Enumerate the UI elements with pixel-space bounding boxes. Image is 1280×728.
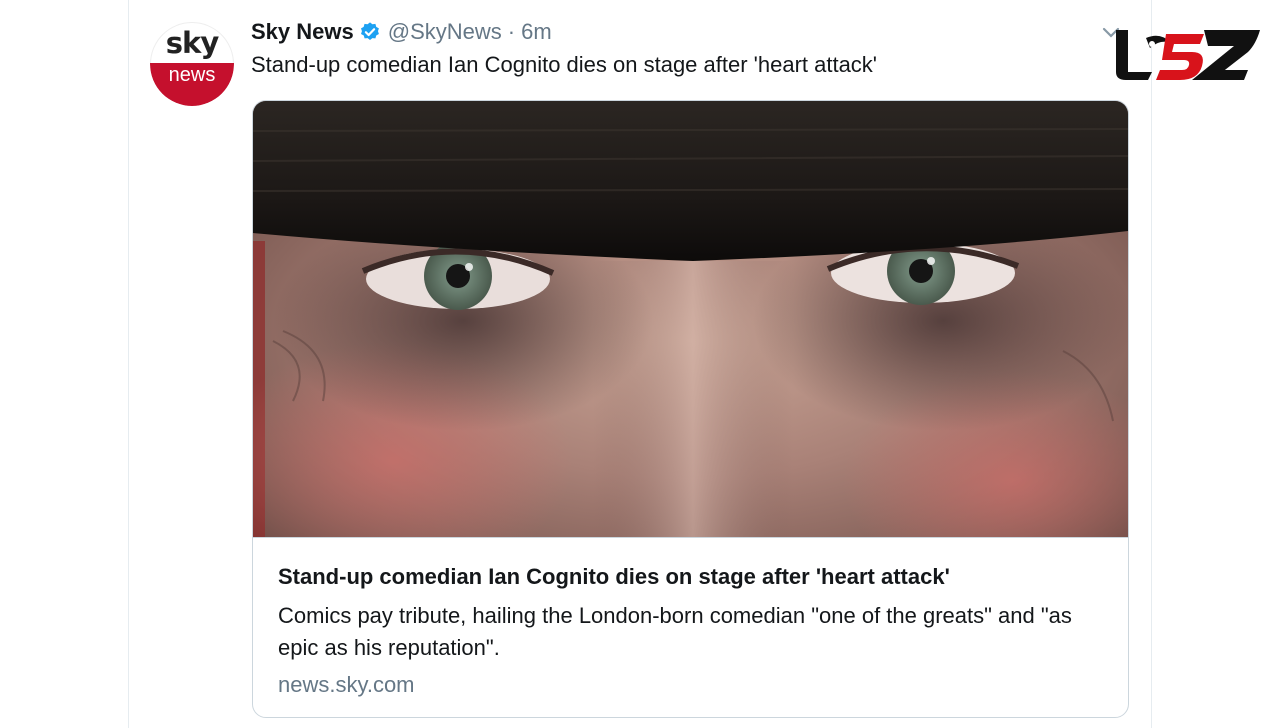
tweet-header: Sky News @SkyNews · 6m — [251, 17, 552, 47]
separator-dot: · — [507, 19, 516, 44]
verified-badge-icon — [360, 22, 379, 40]
tweet-text: Stand-up comedian Ian Cognito dies on st… — [251, 52, 878, 77]
avatar-news-text: news — [168, 64, 216, 86]
card-description: Comics pay tribute, hailing the London-b… — [278, 603, 1072, 660]
card-domain[interactable]: news.sky.com — [278, 672, 415, 698]
card-title[interactable]: Stand-up comedian Ian Cognito dies on st… — [278, 564, 950, 590]
tweet-timestamp[interactable]: 6m — [521, 19, 552, 45]
link-card[interactable]: Stand-up comedian Ian Cognito dies on st… — [252, 100, 1129, 718]
author-handle[interactable]: @SkyNews — [388, 19, 502, 45]
card-image — [253, 101, 1128, 537]
brand-logo — [1116, 30, 1260, 80]
avatar-sky-text: sky — [165, 26, 219, 60]
card-body: Stand-up comedian Ian Cognito dies on st… — [253, 537, 1128, 717]
author-name[interactable]: Sky News — [251, 19, 354, 45]
avatar[interactable]: sky news — [150, 22, 234, 106]
